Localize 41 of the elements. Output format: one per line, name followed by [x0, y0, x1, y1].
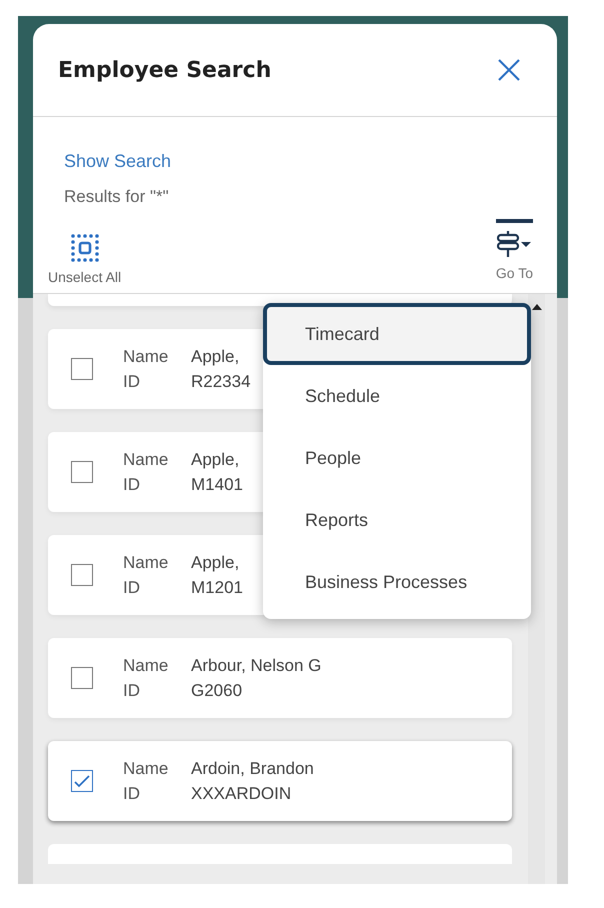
menu-item[interactable]: Schedule — [263, 365, 531, 427]
menu-item[interactable]: Business Processes — [263, 551, 531, 613]
employee-id: XXXARDOIN — [191, 783, 292, 805]
menu-item[interactable]: People — [263, 427, 531, 489]
field-label: ID — [123, 371, 141, 393]
field-label: Name — [123, 552, 170, 574]
dotted-square-icon — [70, 233, 100, 263]
checkbox[interactable] — [71, 770, 93, 792]
employee-name: Arbour, Nelson G — [191, 655, 322, 677]
signpost-icon — [497, 229, 532, 259]
employee-card[interactable]: Name Arbour, Nelson G ID G2060 — [48, 638, 512, 718]
field-label: ID — [123, 474, 141, 496]
scroll-up-icon[interactable] — [532, 304, 542, 310]
checkbox[interactable] — [71, 667, 93, 689]
employee-name: Apple, — [191, 346, 240, 368]
employee-card[interactable]: Name Ardoin, Brandon ID XXXARDOIN — [48, 741, 512, 821]
field-label: ID — [123, 577, 141, 599]
close-icon[interactable] — [497, 58, 521, 82]
dialog-title: Employee Search — [58, 58, 272, 82]
menu-item[interactable]: Reports — [263, 489, 531, 551]
employee-id: M1401 — [191, 474, 243, 496]
employee-name: Apple, — [191, 552, 240, 574]
employee-name: Apple, — [191, 449, 240, 471]
field-label: Name — [123, 758, 170, 780]
results-text: Results for "*" — [64, 187, 170, 207]
field-label: Name — [123, 655, 170, 677]
field-label: ID — [123, 783, 141, 805]
employee-id: R22334 — [191, 371, 251, 393]
checkbox[interactable] — [71, 564, 93, 586]
employee-id: G2060 — [191, 680, 244, 702]
unselect-all-button[interactable]: Unselect All — [48, 223, 122, 293]
field-label: Name — [123, 346, 170, 368]
scrollbar[interactable] — [528, 294, 545, 884]
employee-name: Ardoin, Brandon — [191, 758, 314, 780]
menu-item[interactable]: Timecard — [263, 303, 531, 365]
employee-id: M1201 — [191, 577, 243, 599]
checkbox[interactable] — [71, 358, 93, 380]
field-label: Name — [123, 449, 170, 471]
show-search-link[interactable]: Show Search — [64, 151, 172, 172]
field-label: ID — [123, 680, 141, 702]
checkbox[interactable] — [71, 461, 93, 483]
